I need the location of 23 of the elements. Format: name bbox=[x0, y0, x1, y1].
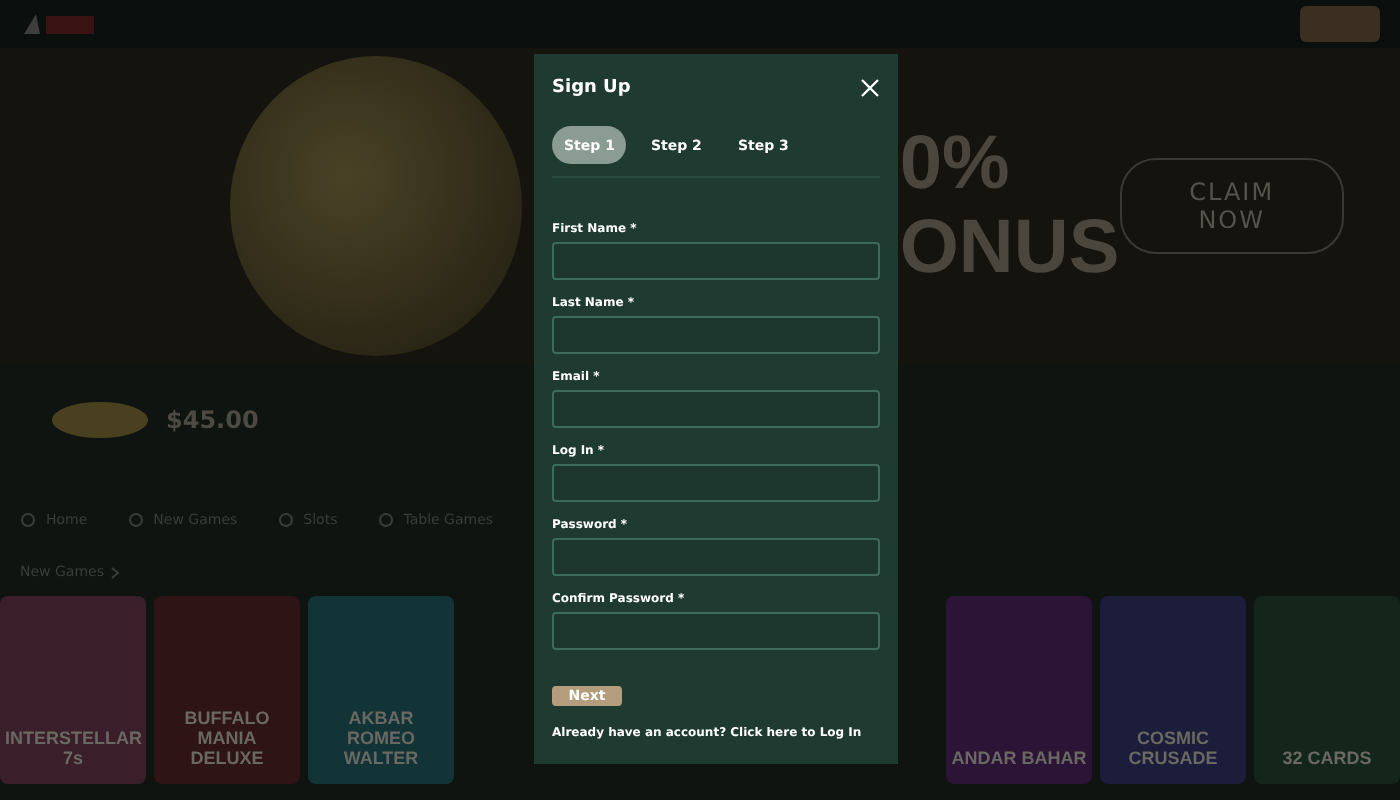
game-tile[interactable]: ANDAR BAHAR bbox=[946, 596, 1092, 784]
close-button[interactable] bbox=[860, 78, 880, 98]
input-field[interactable] bbox=[552, 242, 880, 280]
circle-icon bbox=[20, 512, 36, 528]
circle-icon bbox=[127, 512, 144, 528]
jackpot-logo-icon bbox=[50, 398, 150, 442]
input-field[interactable] bbox=[552, 316, 880, 354]
circle-icon bbox=[377, 512, 394, 528]
game-tile[interactable]: BUFFALO MANIA DELUXE bbox=[154, 596, 300, 784]
game-tile[interactable]: 32 CARDS bbox=[1254, 596, 1400, 784]
game-tile[interactable]: COSMIC CRUSADE bbox=[1100, 596, 1246, 784]
logo-icon bbox=[20, 10, 100, 38]
claim-now-button[interactable]: CLAIM NOW bbox=[1119, 158, 1344, 254]
jackpot-amount: $45.00 bbox=[166, 406, 259, 434]
input-field[interactable] bbox=[552, 538, 880, 576]
dialog-title: Sign Up bbox=[552, 78, 631, 98]
chevron-icon bbox=[109, 565, 120, 579]
game-tile[interactable]: INTERSTELLAR 7s bbox=[0, 596, 146, 784]
input-field[interactable] bbox=[552, 390, 880, 428]
circle-icon bbox=[277, 512, 294, 528]
input-field[interactable] bbox=[552, 612, 880, 650]
input-field[interactable] bbox=[552, 464, 880, 502]
game-tile[interactable]: AKBAR ROMEO WALTER bbox=[308, 596, 454, 784]
